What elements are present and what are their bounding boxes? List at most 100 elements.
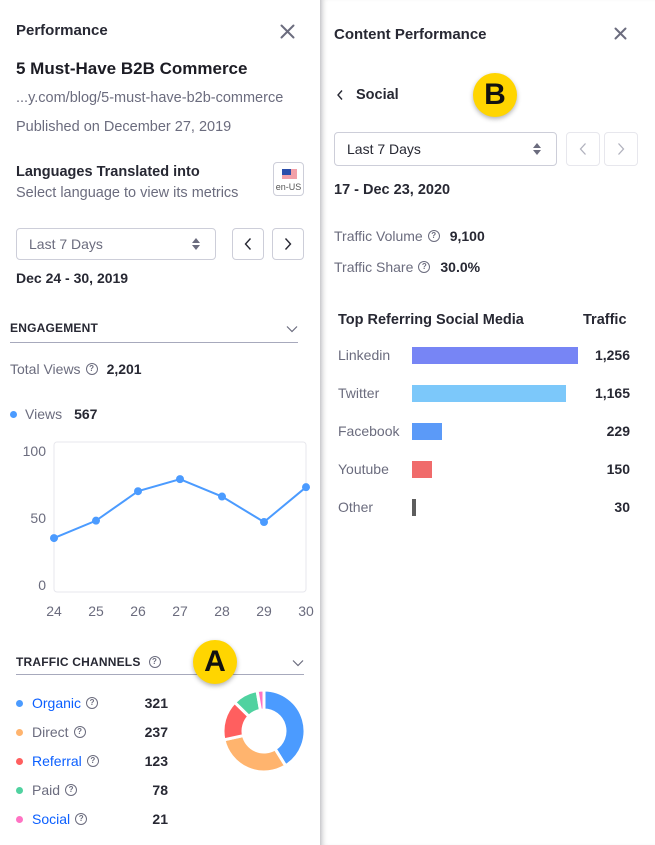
channel-color-dot	[16, 815, 23, 823]
y-tick-label: 50	[30, 510, 46, 526]
channel-row: Social? 21	[16, 809, 176, 829]
languages-title: Languages Translated into	[16, 164, 200, 180]
traffic-value: 1,256	[594, 347, 630, 363]
previous-period-button[interactable]	[566, 132, 600, 166]
social-source-label: Facebook	[338, 423, 400, 439]
total-views-label: Total Views	[10, 361, 81, 377]
traffic-bar	[412, 385, 566, 402]
next-period-button[interactable]	[604, 132, 638, 166]
traffic-value: 1,165	[594, 385, 630, 401]
select-arrows-icon	[533, 143, 541, 155]
y-tick-label: 0	[38, 577, 46, 593]
traffic-channels-section-header[interactable]: TRAFFIC CHANNELS ?	[16, 652, 304, 674]
help-icon[interactable]: ?	[86, 697, 99, 709]
help-icon[interactable]: ?	[427, 230, 440, 242]
social-media-row: Linkedin 1,256	[338, 346, 630, 366]
table-header-traffic: Traffic	[583, 312, 627, 328]
traffic-share-label: Traffic Share	[334, 259, 414, 275]
x-tick-label: 25	[88, 603, 104, 619]
article-url: ...y.com/blog/5-must-have-b2b-commerce	[16, 90, 284, 106]
traffic-channels-donut	[222, 689, 306, 773]
social-source-label: Other	[338, 499, 374, 515]
total-views: Total Views ? 2,201	[10, 361, 142, 377]
help-icon[interactable]: ?	[85, 363, 98, 375]
channel-value: 21	[152, 811, 168, 827]
traffic-bar	[412, 423, 443, 440]
divider	[16, 674, 304, 675]
date-range: Dec 24 - 30, 2019	[16, 270, 129, 286]
channel-row: Referral? 123	[16, 751, 176, 771]
data-point	[134, 487, 142, 496]
traffic-share: Traffic Share ? 30.0%	[334, 259, 480, 275]
help-icon[interactable]: ?	[86, 755, 99, 767]
channel-name[interactable]: Social	[32, 811, 70, 827]
social-source-label: Linkedin	[338, 347, 391, 363]
performance-panel: Performance 5 Must-Have B2B Commerce ...…	[0, 0, 320, 845]
channel-row: Paid? 78	[16, 780, 176, 800]
traffic-value: 229	[606, 423, 630, 439]
annotation-badge-a: A	[193, 640, 237, 684]
x-tick-label: 27	[172, 603, 188, 619]
divider	[10, 342, 298, 343]
traffic-volume-label: Traffic Volume	[334, 228, 423, 244]
channel-value: 237	[144, 724, 168, 740]
data-point	[302, 483, 310, 492]
back-label: Social	[356, 87, 399, 103]
traffic-value: 150	[606, 461, 630, 477]
language-selector[interactable]: en-US	[273, 162, 304, 196]
data-point	[92, 516, 100, 525]
x-tick-label: 26	[130, 603, 146, 619]
chevron-left-icon	[579, 143, 586, 155]
chevron-right-icon	[618, 143, 625, 155]
date-range: 17 - Dec 23, 2020	[334, 182, 451, 198]
help-icon[interactable]: ?	[75, 813, 88, 825]
social-media-row: Twitter 1,165	[338, 384, 630, 404]
data-point	[218, 492, 226, 501]
channel-name: Paid	[32, 782, 61, 798]
published-date: Published on December 27, 2019	[16, 119, 232, 135]
close-icon	[614, 27, 627, 40]
x-tick-label: 28	[214, 603, 230, 619]
social-media-row: Facebook 229	[338, 422, 630, 442]
total-views-value: 2,201	[106, 361, 142, 377]
social-source-label: Youtube	[338, 461, 389, 477]
chevron-left-icon	[244, 238, 252, 250]
time-range-select[interactable]: Last 7 Days	[334, 132, 557, 166]
data-point	[176, 475, 184, 484]
chevron-right-icon	[284, 238, 292, 250]
data-point	[260, 518, 268, 527]
social-media-row: Youtube 150	[338, 460, 630, 480]
channel-name[interactable]: Organic	[32, 695, 81, 711]
close-button[interactable]	[280, 24, 295, 39]
help-icon[interactable]: ?	[148, 656, 161, 668]
help-icon[interactable]: ?	[418, 261, 431, 273]
previous-period-button[interactable]	[232, 228, 264, 260]
traffic-volume-value: 9,100	[449, 228, 485, 244]
legend-dot	[10, 410, 17, 418]
engagement-section-header[interactable]: ENGAGEMENT	[10, 318, 298, 344]
channel-color-dot	[16, 786, 23, 794]
traffic-volume: Traffic Volume ? 9,100	[334, 228, 485, 244]
y-tick-label: 100	[23, 443, 47, 459]
time-range-select[interactable]: Last 7 Days	[16, 228, 216, 260]
languages-subtitle: Select language to view its metrics	[16, 185, 239, 201]
next-period-button[interactable]	[272, 228, 304, 260]
traffic-share-value: 30.0%	[440, 259, 481, 275]
plot-frame	[53, 441, 307, 593]
close-button[interactable]	[614, 27, 627, 40]
x-tick-label: 24	[46, 603, 62, 619]
help-icon[interactable]: ?	[73, 726, 86, 738]
social-media-row: Other 30	[338, 498, 630, 518]
chevron-down-icon	[286, 326, 298, 333]
views-line-chart: 0 50 100 24 25 26 27 28 29 30	[23, 441, 314, 619]
channel-color-dot	[16, 728, 23, 736]
language-code: en-US	[275, 182, 302, 192]
panel-title: Content Performance	[334, 26, 487, 43]
close-icon	[280, 24, 295, 39]
us-flag-icon	[282, 169, 297, 179]
back-button[interactable]: Social	[336, 87, 399, 103]
data-point	[50, 534, 58, 543]
help-icon[interactable]: ?	[65, 784, 78, 796]
legend-label: Views	[25, 406, 63, 422]
channel-name[interactable]: Referral	[32, 753, 82, 769]
